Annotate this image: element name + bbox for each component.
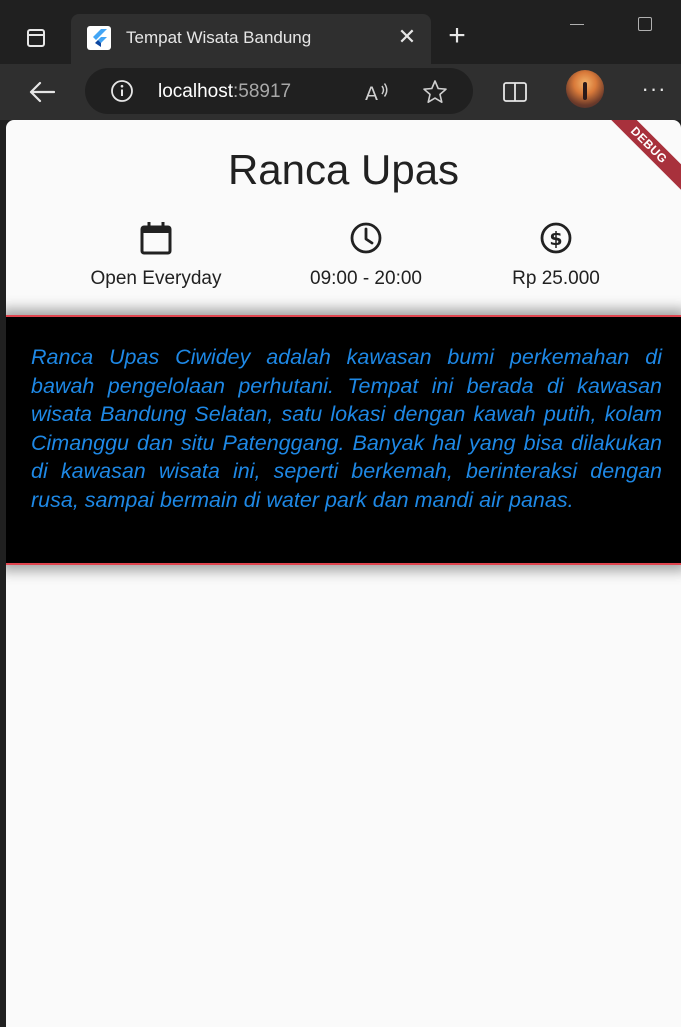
site-info-icon[interactable] [110, 79, 134, 103]
info-item-schedule: Open Everyday [56, 220, 256, 290]
more-options-icon[interactable]: ··· [636, 74, 672, 108]
svg-text:$: $ [549, 228, 562, 250]
info-item-hours: 09:00 - 20:00 [266, 220, 466, 290]
calendar-icon [140, 222, 172, 255]
info-item-price: $ Rp 25.000 [456, 220, 656, 290]
dollar-icon: $ [540, 222, 572, 254]
info-label-price: Rp 25.000 [512, 268, 600, 289]
page-content: DEBUG Ranca Upas Open Everyday 09:00 - 2… [6, 120, 681, 1027]
address-bar[interactable]: localhost:58917 A [85, 68, 473, 114]
url-text[interactable]: localhost:58917 [158, 81, 291, 103]
browser-window: Tempat Wisata Bandung ✕ + localhost:5891… [0, 0, 681, 1027]
info-label-schedule: Open Everyday [90, 268, 222, 289]
flutter-favicon-icon [87, 26, 111, 50]
tab-title: Tempat Wisata Bandung [126, 28, 312, 47]
favorite-star-icon[interactable] [421, 78, 449, 106]
minimize-window-icon[interactable] [570, 24, 584, 25]
tab-actions-icon[interactable] [14, 18, 58, 58]
info-label-hours: 09:00 - 20:00 [310, 268, 422, 289]
split-screen-icon[interactable] [500, 78, 530, 106]
back-arrow-icon[interactable] [22, 74, 62, 110]
browser-toolbar: localhost:58917 A ··· [0, 64, 681, 120]
description-text: Ranca Upas Ciwidey adalah kawasan bumi p… [31, 345, 662, 512]
tab-strip: Tempat Wisata Bandung ✕ + [0, 0, 681, 64]
info-row: Open Everyday 09:00 - 20:00 $ Rp 25.000 [6, 220, 681, 300]
maximize-window-icon[interactable] [638, 17, 652, 31]
clock-icon [350, 222, 382, 254]
description-box: Ranca Upas Ciwidey adalah kawasan bumi p… [6, 315, 681, 565]
browser-tab[interactable]: Tempat Wisata Bandung ✕ [71, 14, 431, 64]
read-aloud-icon[interactable]: A [363, 78, 391, 106]
profile-avatar[interactable] [566, 70, 604, 108]
page-title: Ranca Upas [227, 146, 460, 193]
close-tab-icon[interactable]: ✕ [397, 26, 417, 48]
new-tab-icon[interactable]: + [440, 20, 474, 54]
svg-text:A: A [365, 83, 378, 105]
